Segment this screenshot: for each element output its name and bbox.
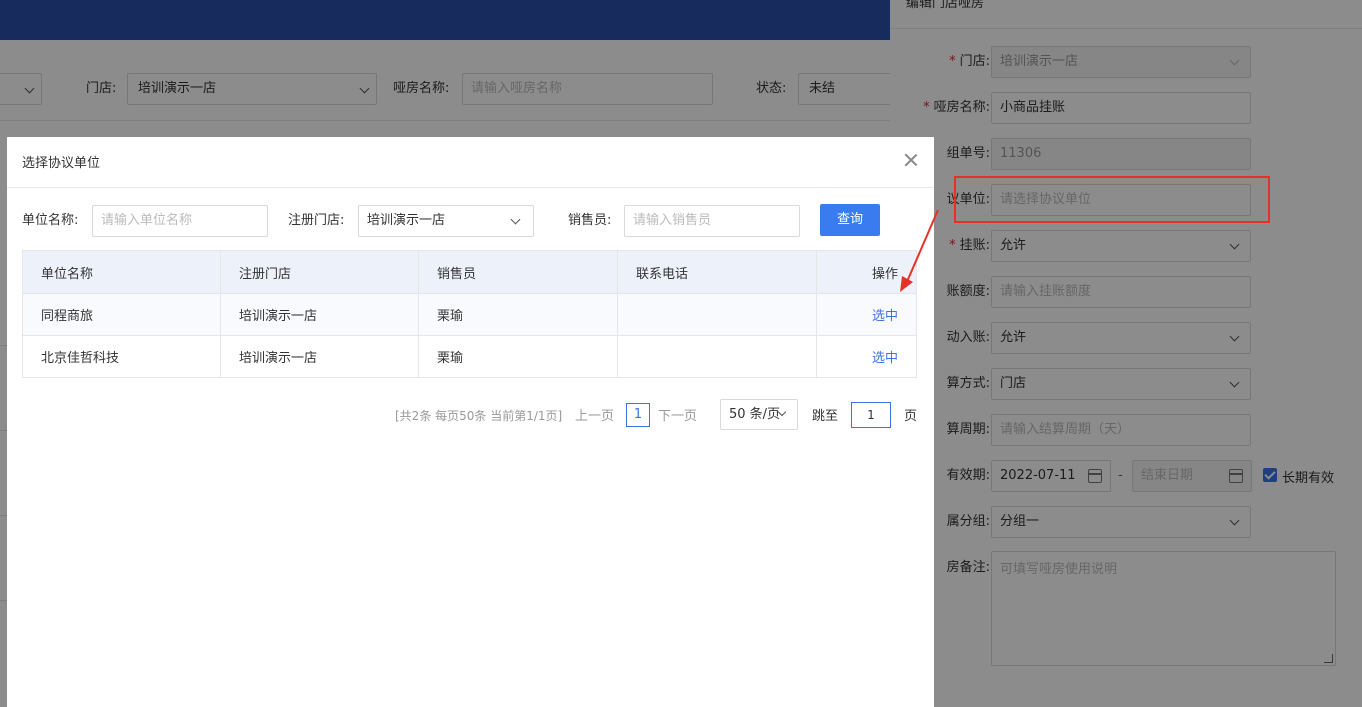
unit-name-input[interactable]: 请输入单位名称	[92, 205, 268, 237]
cell-action: 选中	[816, 293, 917, 336]
prev-page-button[interactable]: 上一页	[575, 405, 614, 424]
table-row: 北京佳哲科技 培训演示一店 栗瑜 选中	[22, 335, 917, 378]
cell-sales: 栗瑜	[418, 335, 618, 378]
next-page-button[interactable]: 下一页	[658, 405, 697, 424]
annotation-highlight-box	[954, 176, 1270, 223]
column-header: 注册门店	[220, 250, 419, 294]
cell-action: 选中	[816, 335, 917, 378]
store-label: 注册门店:	[288, 213, 345, 228]
sales-label: 销售员:	[568, 213, 612, 228]
cell-sales: 栗瑜	[418, 293, 618, 336]
page-suffix: 页	[904, 409, 918, 424]
cell-unit: 北京佳哲科技	[22, 335, 221, 378]
agreement-unit-table: 单位名称 注册门店 销售员 联系电话 操作 同程商旅 培训演示一店 栗瑜 选中 …	[22, 250, 917, 378]
divider	[7, 187, 934, 188]
table-row: 同程商旅 培训演示一店 栗瑜 选中	[22, 293, 917, 336]
select-link[interactable]: 选中	[872, 309, 898, 324]
page-size-select[interactable]: 50 条/页	[720, 399, 798, 430]
cell-unit: 同程商旅	[22, 293, 221, 336]
pagination-info: [共2条 每页50条 当前第1/1页]	[395, 409, 563, 423]
column-header: 销售员	[418, 250, 618, 294]
close-icon[interactable]	[904, 153, 918, 167]
column-header: 操作	[816, 250, 917, 294]
current-page-button[interactable]: 1	[626, 403, 650, 427]
table-header-row: 单位名称 注册门店 销售员 联系电话 操作	[22, 250, 917, 294]
sales-input[interactable]: 请输入销售员	[624, 205, 800, 237]
column-header: 联系电话	[617, 250, 817, 294]
store-select[interactable]: 培训演示一店	[358, 205, 534, 237]
chevron-down-icon	[510, 214, 521, 225]
cell-phone	[617, 335, 817, 378]
query-button[interactable]: 查询	[820, 204, 880, 236]
modal-title: 选择协议单位	[22, 156, 101, 171]
jump-label: 跳至	[812, 409, 839, 424]
unit-name-label: 单位名称:	[22, 213, 79, 228]
jump-page-input[interactable]: 1	[851, 402, 891, 428]
select-link[interactable]: 选中	[872, 351, 898, 366]
cell-phone	[617, 293, 817, 336]
cell-store: 培训演示一店	[220, 335, 419, 378]
cell-store: 培训演示一店	[220, 293, 419, 336]
column-header: 单位名称	[22, 250, 221, 294]
select-agreement-unit-modal: 选择协议单位 单位名称: 请输入单位名称 注册门店: 培训演示一店 销售员: 请…	[7, 137, 934, 707]
